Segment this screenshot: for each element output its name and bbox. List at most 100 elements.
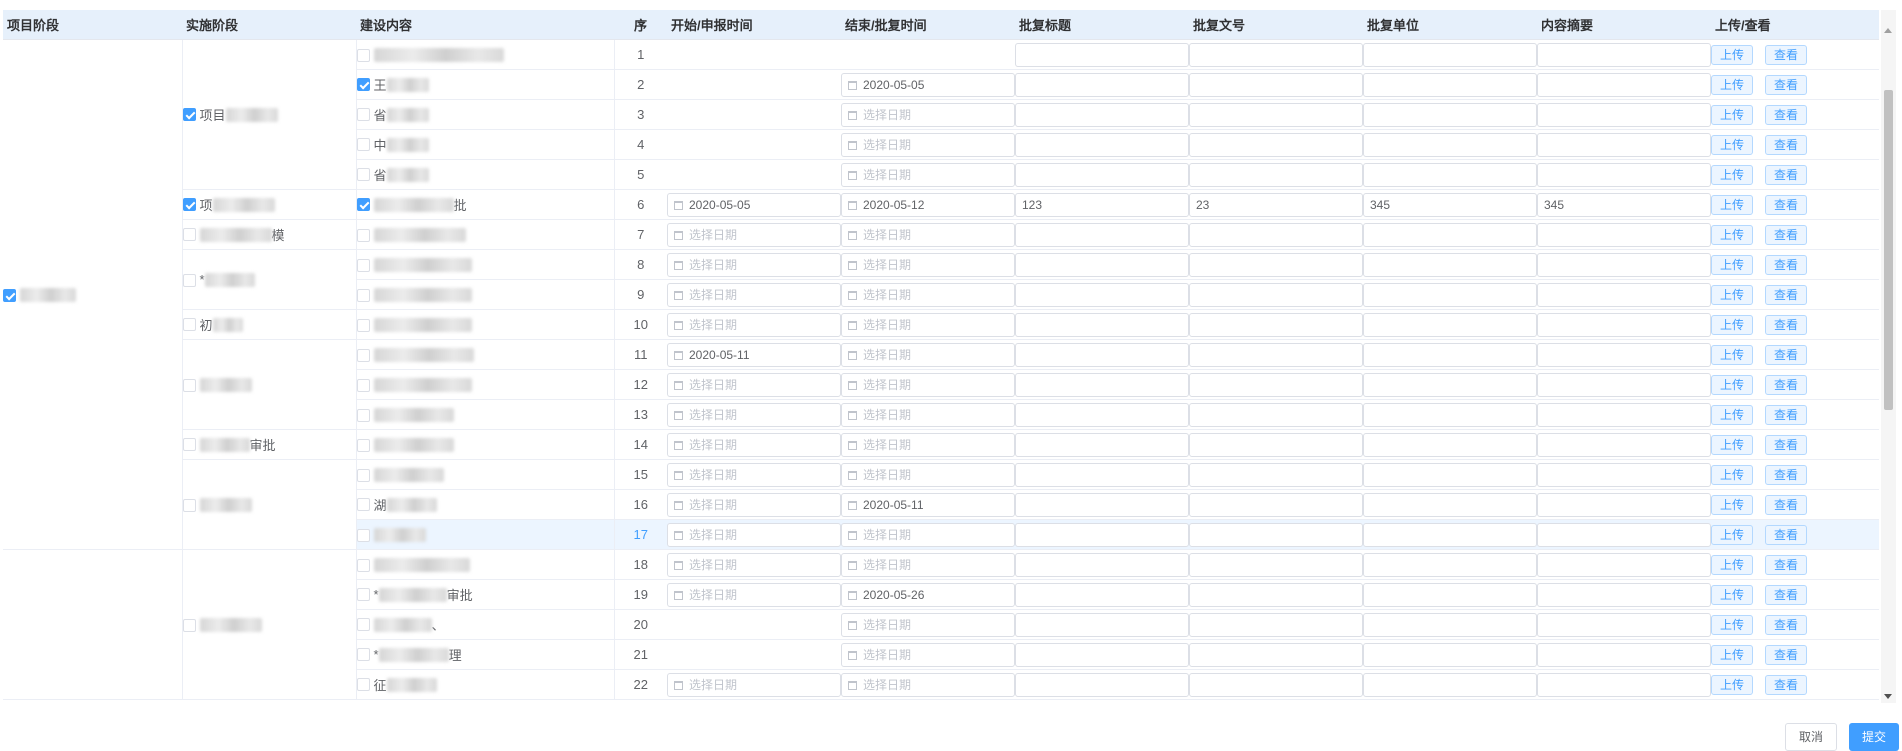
impl-stage-checkbox[interactable] xyxy=(182,378,196,392)
upload-button[interactable]: 上传 xyxy=(1711,464,1754,485)
summary-input[interactable] xyxy=(1537,72,1711,97)
view-button[interactable]: 查看 xyxy=(1765,254,1808,275)
approval-title-input[interactable] xyxy=(1015,492,1189,517)
start-date-picker[interactable]: 选择日期 xyxy=(667,372,841,397)
approval-no-input[interactable] xyxy=(1189,222,1363,247)
approval-no-input[interactable] xyxy=(1189,492,1363,517)
approval-no-input[interactable] xyxy=(1189,312,1363,337)
view-button[interactable]: 查看 xyxy=(1765,164,1808,185)
upload-button[interactable]: 上传 xyxy=(1711,344,1754,365)
impl-stage-checkbox[interactable] xyxy=(182,198,196,211)
upload-button[interactable]: 上传 xyxy=(1711,644,1754,665)
end-date-picker[interactable]: 选择日期 xyxy=(841,282,1015,307)
start-date-picker[interactable]: 选择日期 xyxy=(667,522,841,547)
approval-no-input[interactable] xyxy=(1189,372,1363,397)
upload-button[interactable]: 上传 xyxy=(1711,374,1754,395)
view-button[interactable]: 查看 xyxy=(1765,44,1808,65)
summary-input[interactable] xyxy=(1537,132,1711,157)
start-date-picker[interactable]: 2020-05-11 xyxy=(667,342,841,367)
end-date-picker[interactable]: 选择日期 xyxy=(841,642,1015,667)
start-date-picker[interactable]: 2020-05-05 xyxy=(667,192,841,217)
approval-title-input[interactable] xyxy=(1015,252,1189,277)
summary-input[interactable] xyxy=(1537,312,1711,337)
summary-input[interactable] xyxy=(1537,432,1711,457)
approval-title-input[interactable] xyxy=(1015,312,1189,337)
content-checkbox[interactable] xyxy=(356,678,370,691)
content-checkbox[interactable] xyxy=(356,528,370,542)
content-checkbox[interactable] xyxy=(356,138,370,151)
view-button[interactable]: 查看 xyxy=(1765,134,1808,155)
end-date-picker[interactable]: 2020-05-26 xyxy=(841,582,1015,607)
end-date-picker[interactable]: 选择日期 xyxy=(841,372,1015,397)
submit-button[interactable]: 提交 xyxy=(1849,723,1899,751)
approval-title-input[interactable] xyxy=(1015,672,1189,697)
upload-button[interactable]: 上传 xyxy=(1711,524,1754,545)
impl-stage-checkbox[interactable] xyxy=(182,228,196,241)
approval-unit-input[interactable] xyxy=(1363,612,1537,637)
impl-stage-checkbox[interactable] xyxy=(182,318,196,331)
approval-no-input[interactable]: 23 xyxy=(1189,192,1363,217)
upload-button[interactable]: 上传 xyxy=(1711,194,1754,215)
summary-input[interactable] xyxy=(1537,672,1711,697)
approval-unit-input[interactable] xyxy=(1363,222,1537,247)
approval-no-input[interactable] xyxy=(1189,642,1363,667)
end-date-picker[interactable]: 选择日期 xyxy=(841,252,1015,277)
scrollbar-thumb[interactable] xyxy=(1884,90,1893,410)
summary-input[interactable] xyxy=(1537,282,1711,307)
view-button[interactable]: 查看 xyxy=(1765,224,1808,245)
approval-title-input[interactable] xyxy=(1015,102,1189,127)
approval-no-input[interactable] xyxy=(1189,42,1363,67)
approval-no-input[interactable] xyxy=(1189,612,1363,637)
approval-title-input[interactable] xyxy=(1015,372,1189,397)
approval-no-input[interactable] xyxy=(1189,252,1363,277)
start-date-picker[interactable]: 选择日期 xyxy=(667,672,841,697)
view-button[interactable]: 查看 xyxy=(1765,554,1808,575)
impl-stage-checkbox[interactable] xyxy=(182,438,196,451)
summary-input[interactable] xyxy=(1537,492,1711,517)
content-checkbox[interactable] xyxy=(356,78,370,91)
approval-unit-input[interactable] xyxy=(1363,492,1537,517)
approval-title-input[interactable] xyxy=(1015,642,1189,667)
upload-button[interactable]: 上传 xyxy=(1711,44,1754,65)
view-button[interactable]: 查看 xyxy=(1765,74,1808,95)
view-button[interactable]: 查看 xyxy=(1765,284,1808,305)
approval-unit-input[interactable] xyxy=(1363,72,1537,97)
upload-button[interactable]: 上传 xyxy=(1711,554,1754,575)
view-button[interactable]: 查看 xyxy=(1765,614,1808,635)
upload-button[interactable]: 上传 xyxy=(1711,674,1754,695)
view-button[interactable]: 查看 xyxy=(1765,404,1808,425)
approval-unit-input[interactable]: 345 xyxy=(1363,192,1537,217)
summary-input[interactable] xyxy=(1537,162,1711,187)
approval-unit-input[interactable] xyxy=(1363,252,1537,277)
approval-no-input[interactable] xyxy=(1189,102,1363,127)
approval-title-input[interactable] xyxy=(1015,342,1189,367)
content-checkbox[interactable] xyxy=(356,618,370,631)
view-button[interactable]: 查看 xyxy=(1765,494,1808,515)
view-button[interactable]: 查看 xyxy=(1765,524,1808,545)
end-date-picker[interactable]: 选择日期 xyxy=(841,312,1015,337)
end-date-picker[interactable]: 2020-05-05 xyxy=(841,72,1015,97)
end-date-picker[interactable]: 选择日期 xyxy=(841,342,1015,367)
start-date-picker[interactable]: 选择日期 xyxy=(667,582,841,607)
impl-stage-checkbox[interactable] xyxy=(182,498,196,512)
approval-unit-input[interactable] xyxy=(1363,522,1537,547)
approval-title-input[interactable]: 123 xyxy=(1015,192,1189,217)
start-date-picker[interactable]: 选择日期 xyxy=(667,282,841,307)
view-button[interactable]: 查看 xyxy=(1765,584,1808,605)
summary-input[interactable] xyxy=(1537,222,1711,247)
approval-unit-input[interactable] xyxy=(1363,672,1537,697)
summary-input[interactable] xyxy=(1537,612,1711,637)
upload-button[interactable]: 上传 xyxy=(1711,224,1754,245)
approval-title-input[interactable] xyxy=(1015,222,1189,247)
approval-no-input[interactable] xyxy=(1189,432,1363,457)
view-button[interactable]: 查看 xyxy=(1765,104,1808,125)
approval-no-input[interactable] xyxy=(1189,672,1363,697)
summary-input[interactable] xyxy=(1537,342,1711,367)
approval-unit-input[interactable] xyxy=(1363,282,1537,307)
summary-input[interactable] xyxy=(1537,552,1711,577)
content-checkbox[interactable] xyxy=(356,348,370,362)
upload-button[interactable]: 上传 xyxy=(1711,614,1754,635)
content-checkbox[interactable] xyxy=(356,408,370,422)
approval-title-input[interactable] xyxy=(1015,132,1189,157)
view-button[interactable]: 查看 xyxy=(1765,434,1808,455)
